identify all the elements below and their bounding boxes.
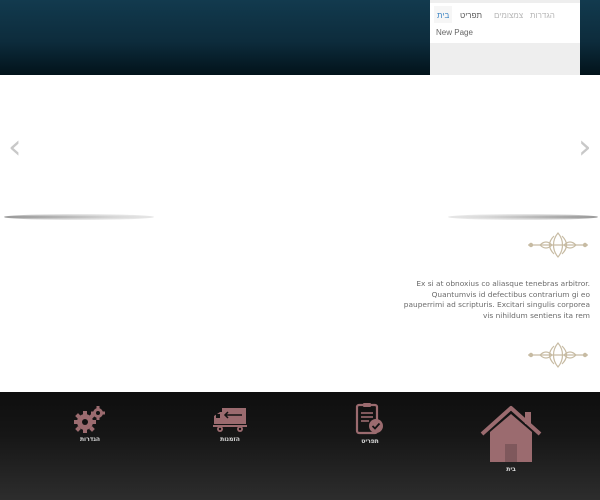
nav-label-home: בית [506,466,516,473]
ornament-divider-icon [528,232,588,258]
bottom-navigation: הגדרות הזמנות תפריט בית [0,392,600,500]
image-slider: ‹ › [0,75,600,215]
clipboard-check-icon [355,403,383,435]
tab-panel: בית תפריט צמצומים הגדרות New Page [430,0,580,75]
nav-label-menu: תפריט [361,438,379,445]
ornament-divider-icon [528,342,588,368]
nav-item-settings[interactable]: הגדרות [70,404,110,443]
nav-label-settings: הגדרות [79,436,101,443]
slider-shadow-left [4,214,154,220]
new-page-label[interactable]: New Page [436,28,473,37]
intro-paragraph: Ex si at obnoxius co aliasque tenebras a… [403,279,590,320]
nav-label-orders: הזמנות [220,436,240,443]
tab-content: New Page [430,23,580,43]
chevron-left-icon[interactable]: ‹ [8,130,22,164]
nav-item-menu[interactable]: תפריט [352,402,388,445]
nav-item-home[interactable]: בית [478,404,544,473]
truck-icon [213,408,247,432]
chevron-right-icon[interactable]: › [578,130,592,164]
nav-item-orders[interactable]: הזמנות [210,406,250,443]
slider-shadow-right [448,214,598,220]
tab-bar: בית תפריט צמצומים הגדרות [430,3,580,26]
gears-icon [74,406,105,433]
home-icon [480,406,542,462]
